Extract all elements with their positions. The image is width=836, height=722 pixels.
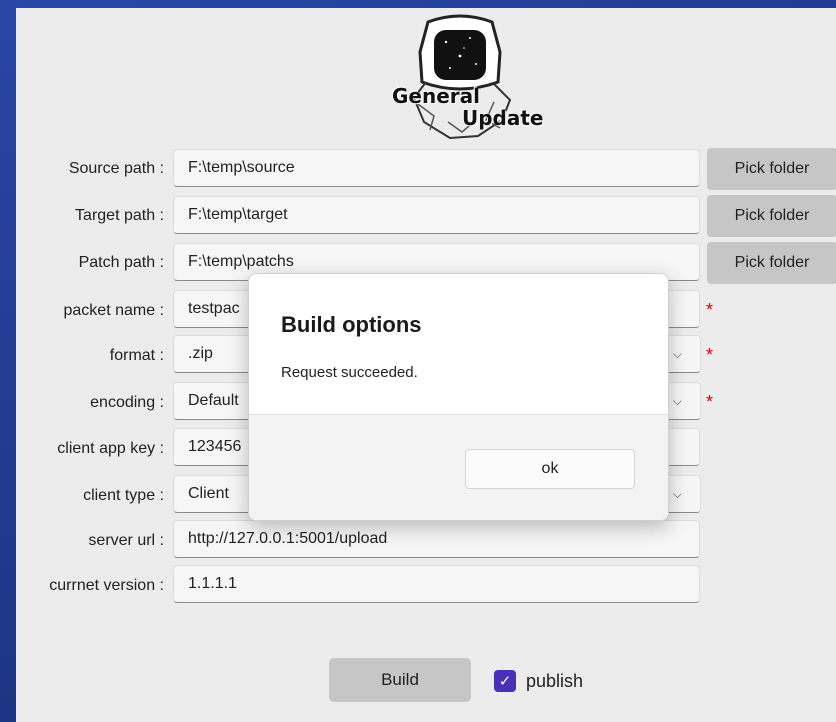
format-required-mark: *: [706, 345, 714, 365]
patch-path-label: Patch path :: [78, 254, 164, 271]
dialog-footer: ok: [249, 414, 668, 520]
source-path-input[interactable]: F:\temp\source: [173, 149, 700, 187]
client-app-key-label: client app key :: [57, 440, 164, 457]
logo-text-general: General: [392, 84, 480, 108]
target-pick-folder-button[interactable]: Pick folder: [707, 195, 836, 237]
desktop-edge: [0, 0, 16, 722]
publish-checkbox[interactable]: ✓: [494, 670, 516, 692]
current-version-input[interactable]: 1.1.1.1: [173, 565, 700, 603]
patch-pick-folder-button[interactable]: Pick folder: [707, 242, 836, 284]
build-button[interactable]: Build: [329, 658, 471, 702]
checkmark-icon: ✓: [498, 673, 512, 690]
encoding-required-mark: *: [706, 392, 714, 412]
logo-text-update: Update: [462, 106, 544, 130]
target-path-input[interactable]: F:\temp\target: [173, 196, 700, 234]
format-value: .zip: [188, 345, 213, 362]
target-path-label: Target path :: [75, 207, 164, 224]
source-pick-folder-button[interactable]: Pick folder: [707, 148, 836, 190]
dialog-title: Build options: [281, 312, 422, 337]
publish-label: publish: [526, 671, 584, 691]
ok-button[interactable]: ok: [465, 449, 635, 489]
client-type-value: Client: [188, 485, 229, 502]
current-version-label: currnet version :: [49, 577, 164, 594]
source-path-label: Source path :: [68, 160, 164, 177]
build-options-dialog: Build options Request succeeded. ok: [248, 273, 669, 521]
client-type-label: client type :: [83, 487, 164, 504]
chevron-down-icon: ⌵: [672, 487, 682, 501]
packet-name-label: packet name :: [63, 302, 165, 319]
desktop-background: [0, 0, 836, 8]
format-label: format :: [109, 347, 164, 364]
server-url-label: server url :: [88, 532, 164, 549]
dialog-message: Request succeeded.: [281, 364, 418, 381]
encoding-label: encoding :: [90, 394, 164, 411]
packet-name-required-mark: *: [706, 300, 714, 320]
chevron-down-icon: ⌵: [672, 347, 682, 361]
encoding-value: Default: [188, 392, 239, 409]
chevron-down-icon: ⌵: [672, 394, 682, 408]
server-url-input[interactable]: http://127.0.0.1:5001/upload: [173, 520, 700, 558]
